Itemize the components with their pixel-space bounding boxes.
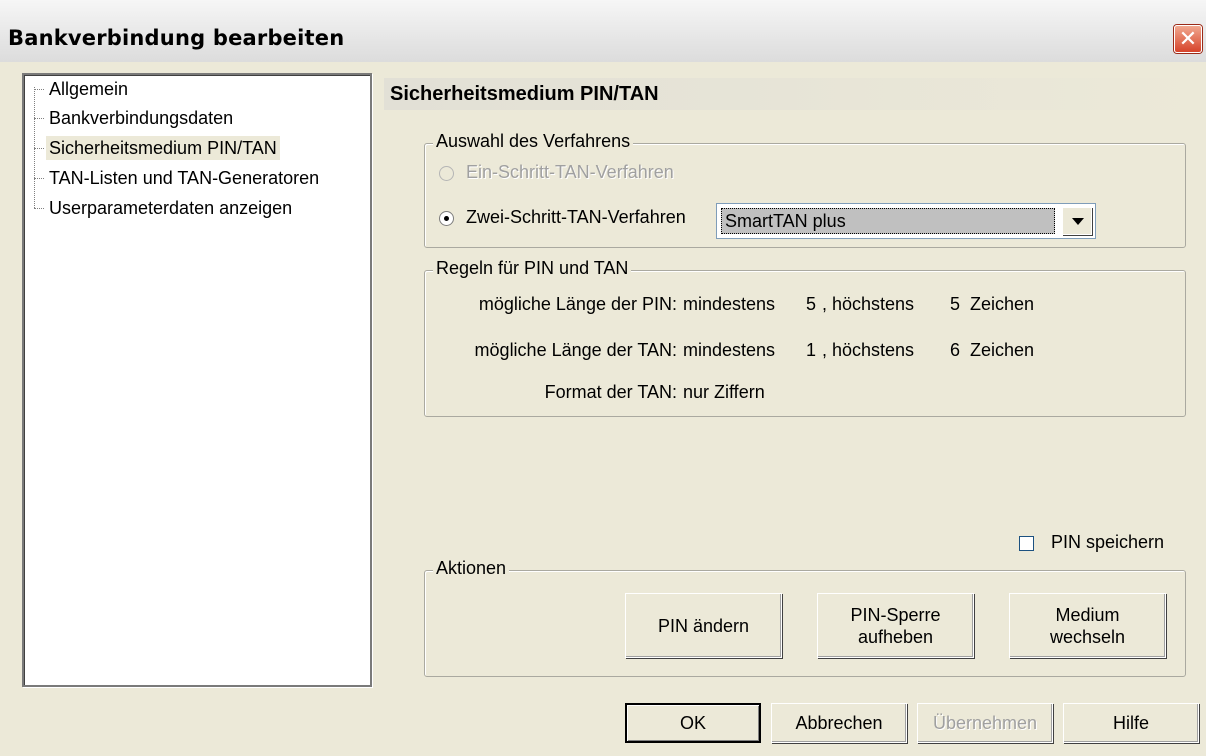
tan-format-value: nur Ziffern bbox=[683, 382, 765, 402]
tan-min-value: 1 bbox=[806, 340, 817, 360]
change-medium-button[interactable]: Medium wechseln bbox=[1009, 593, 1166, 658]
one-step-radio[interactable] bbox=[439, 166, 454, 181]
ok-button[interactable]: OK bbox=[625, 703, 761, 743]
dialog-window: Bankverbindung bearbeiten ✕ Allgemein Ba… bbox=[0, 0, 1206, 756]
change-pin-button[interactable]: PIN ändern bbox=[625, 593, 782, 658]
help-button[interactable]: Hilfe bbox=[1063, 703, 1199, 743]
tan-max-label: , höchstens bbox=[822, 340, 915, 360]
apply-label: Übernehmen bbox=[932, 713, 1038, 733]
cancel-label: Abbrechen bbox=[795, 713, 883, 733]
two-step-radio[interactable] bbox=[439, 211, 454, 226]
verfahren-legend: Auswahl des Verfahrens bbox=[433, 131, 634, 152]
change-pin-label: PIN ändern bbox=[657, 615, 750, 636]
page-title: Sicherheitsmedium PIN/TAN bbox=[384, 78, 1204, 110]
unlock-pin-button[interactable]: PIN-Sperre aufheben bbox=[817, 593, 974, 658]
pin-max-label: , höchstens bbox=[822, 294, 915, 314]
tan-max-value: 6 bbox=[950, 340, 961, 360]
cancel-button[interactable]: Abbrechen bbox=[771, 703, 907, 743]
verfahren-select-value: SmartTAN plus bbox=[721, 208, 1055, 234]
pin-min-label: mindestens bbox=[683, 294, 776, 314]
unlock-pin-label: PIN-Sperre aufheben bbox=[850, 604, 941, 647]
pin-max-value: 5 bbox=[950, 294, 961, 314]
tree-item-userparameterdaten[interactable]: Userparameterdaten anzeigen bbox=[33, 196, 295, 220]
two-step-label: Zwei-Schritt-TAN-Verfahren bbox=[466, 207, 686, 227]
regeln-legend: Regeln für PIN und TAN bbox=[433, 258, 632, 279]
tree-item-allgemein[interactable]: Allgemein bbox=[33, 77, 131, 101]
ok-label: OK bbox=[679, 713, 706, 733]
tree-item-tan-listen[interactable]: TAN-Listen und TAN-Generatoren bbox=[33, 166, 322, 190]
tan-unit: Zeichen bbox=[970, 340, 1035, 360]
aktionen-legend: Aktionen bbox=[433, 558, 510, 579]
tree-item-bankverbindungsdaten[interactable]: Bankverbindungsdaten bbox=[33, 106, 236, 130]
apply-button[interactable]: Übernehmen bbox=[917, 703, 1053, 743]
navigation-tree[interactable]: Allgemein Bankverbindungsdaten Sicherhei… bbox=[22, 73, 372, 687]
tan-format-label: Format der TAN: bbox=[544, 382, 677, 402]
tree-item-sicherheitsmedium[interactable]: Sicherheitsmedium PIN/TAN bbox=[34, 136, 280, 160]
pin-min-value: 5 bbox=[806, 294, 817, 314]
tan-min-label: mindestens bbox=[683, 340, 776, 360]
change-medium-label: Medium wechseln bbox=[1049, 604, 1126, 647]
close-button[interactable]: ✕ bbox=[1174, 25, 1202, 53]
one-step-label: Ein-Schritt-TAN-Verfahren bbox=[466, 162, 674, 182]
window-title: Bankverbindung bearbeiten bbox=[8, 26, 345, 50]
tan-length-label: mögliche Länge der TAN: bbox=[474, 340, 677, 360]
pin-unit: Zeichen bbox=[970, 294, 1035, 314]
pin-save-label: PIN speichern bbox=[1051, 532, 1165, 552]
help-label: Hilfe bbox=[1112, 713, 1149, 733]
close-icon: ✕ bbox=[1178, 27, 1198, 52]
pin-length-label: mögliche Länge der PIN: bbox=[478, 294, 677, 314]
chevron-down-icon[interactable] bbox=[1062, 207, 1092, 235]
title-bar[interactable]: Bankverbindung bearbeiten ✕ bbox=[0, 0, 1206, 62]
pin-save-checkbox[interactable] bbox=[1019, 536, 1034, 551]
verfahren-select[interactable]: SmartTAN plus bbox=[716, 203, 1096, 239]
